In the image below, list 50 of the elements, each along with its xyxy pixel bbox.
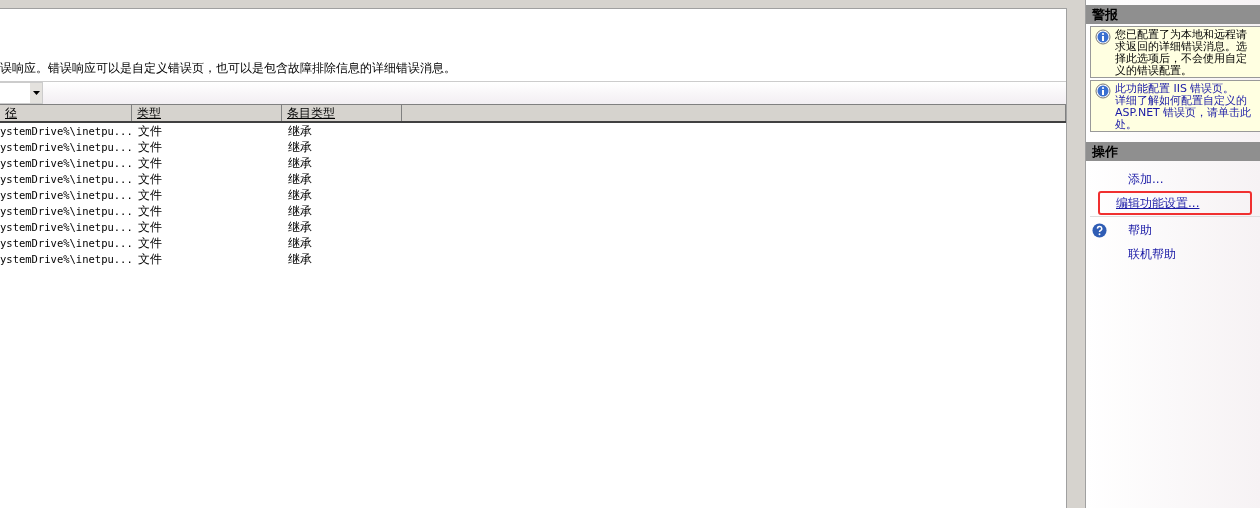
table-cell-text: ystemDrive%\inetpu... (0, 156, 132, 171)
table-cell-text: 继承 (287, 187, 313, 203)
table-cell-text: ystemDrive%\inetpu... (0, 252, 132, 267)
table-cell-text: 文件 (137, 219, 163, 235)
table-cell-text: ystemDrive%\inetpu... (0, 220, 132, 235)
table-cell-text: ystemDrive%\inetpu... (0, 188, 132, 203)
alert-link[interactable]: 详细了解如何配置自定义的 (1115, 95, 1247, 107)
table-cell-text: 继承 (287, 155, 313, 171)
action-link[interactable]: 添加... (1128, 169, 1164, 189)
table-cell-text: ystemDrive%\inetpu... (0, 236, 132, 251)
column-header[interactable]: 条目类型 (282, 105, 402, 121)
description-text: 误响应。错误响应可以是自定义错误页，也可以是包含故障排除信息的详细错误消息。 (0, 60, 457, 76)
table-cell-text: ystemDrive%\inetpu... (0, 140, 132, 155)
table-cell-text: 继承 (287, 123, 313, 139)
action-link[interactable]: 帮助 (1128, 220, 1152, 240)
table-cell-text: 继承 (287, 235, 313, 251)
table-cell-text: 继承 (287, 139, 313, 155)
column-header[interactable]: 类型 (132, 105, 282, 121)
alert-link[interactable]: 处。 (1115, 119, 1137, 131)
group-dropdown[interactable] (0, 82, 43, 104)
help-icon (1092, 223, 1107, 238)
table-cell-text: 继承 (287, 203, 313, 219)
table-cell-text: ystemDrive%\inetpu... (0, 124, 132, 139)
alert-link[interactable]: 此功能配置 IIS 错误页。 (1115, 83, 1235, 95)
table-cell-text: 继承 (287, 251, 313, 267)
action-link[interactable]: 编辑功能设置... (1116, 193, 1200, 213)
table-cell-text: 文件 (137, 251, 163, 267)
table-cell-text: 文件 (137, 139, 163, 155)
alert-text: 求返回的详细错误消息。选 (1115, 41, 1247, 53)
table-cell-text: 文件 (137, 155, 163, 171)
table-cell-text: ystemDrive%\inetpu... (0, 172, 132, 187)
alert-text: 择此选项后，不会使用自定 (1115, 53, 1247, 65)
action-link[interactable]: 联机帮助 (1128, 244, 1176, 264)
table-cell-text: ystemDrive%\inetpu... (0, 204, 132, 219)
info-icon (1095, 29, 1111, 45)
alert-link[interactable]: ASP.NET 错误页，请单击此 (1115, 107, 1252, 119)
alert-text: 义的错误配置。 (1115, 65, 1192, 77)
section-header: 操作 (1086, 142, 1260, 161)
table-cell-text: 继承 (287, 171, 313, 187)
info-icon (1095, 83, 1111, 99)
table-cell-text: 继承 (287, 219, 313, 235)
table-cell-text: 文件 (137, 187, 163, 203)
table-cell-text: 文件 (137, 171, 163, 187)
section-header: 警报 (1086, 5, 1260, 24)
table-cell-text: 文件 (137, 123, 163, 139)
column-header[interactable]: 径 (0, 105, 132, 121)
caret-icon (32, 91, 40, 95)
table-cell-text: 文件 (137, 203, 163, 219)
alert-text: 您已配置了为本地和远程请 (1115, 29, 1247, 41)
table-cell-text: 文件 (137, 235, 163, 251)
